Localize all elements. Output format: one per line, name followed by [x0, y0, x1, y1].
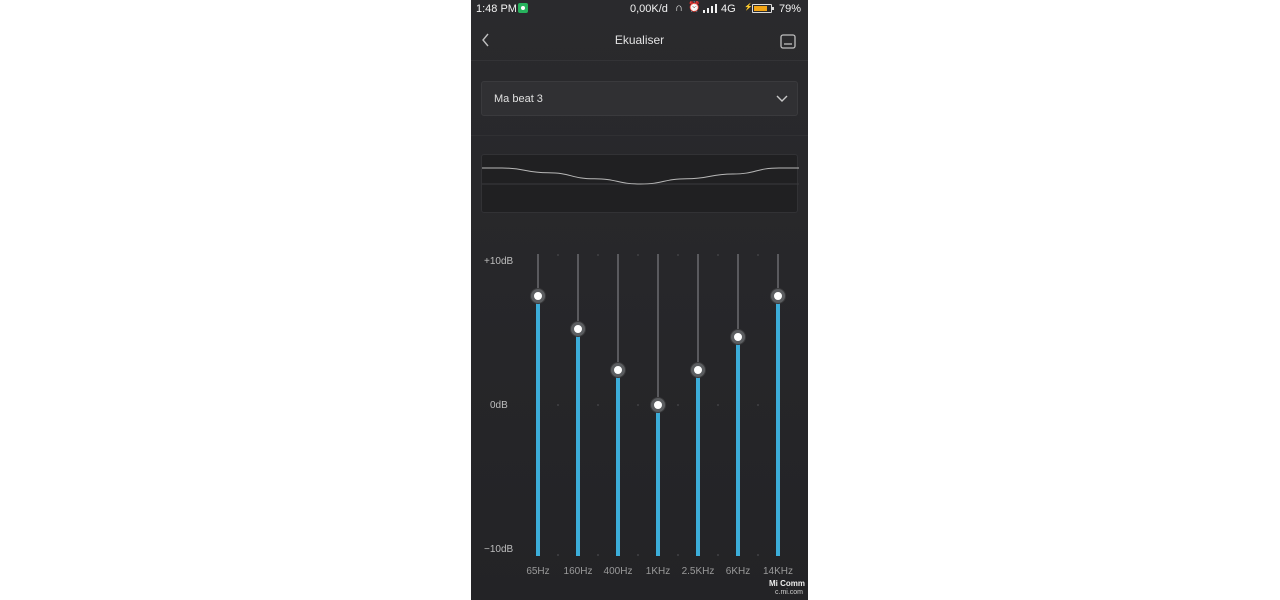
grid-dot: [597, 404, 599, 406]
freq-label: 160Hz: [563, 566, 593, 577]
header-bar: Ekualiser: [471, 22, 808, 61]
save-preset-button[interactable]: [779, 32, 797, 50]
battery-percent: 79%: [779, 3, 802, 15]
eq-curve-preview: [481, 154, 799, 213]
eq-slider-400hz[interactable]: [611, 254, 625, 556]
signal-icon: [703, 4, 718, 13]
slider-fill: [576, 328, 580, 556]
scale-bottom-label: −10dB: [484, 544, 514, 555]
grid-dot: [557, 554, 559, 556]
freq-label: 14KHz: [762, 566, 793, 577]
freq-label: 1KHz: [645, 566, 671, 577]
slider-fill: [776, 296, 780, 556]
scale-top-label: +10dB: [484, 256, 514, 267]
grid-dot: [717, 554, 719, 556]
scale-mid-label: 0dB: [490, 400, 508, 411]
data-speed: 0,00K/d: [630, 3, 668, 15]
grid-dot: [757, 554, 759, 556]
save-icon: [780, 34, 796, 49]
slider-fill: [656, 405, 660, 556]
slider-knob[interactable]: [611, 362, 625, 377]
alarm-icon: ⏰: [688, 2, 701, 13]
slider-knob[interactable]: [771, 289, 785, 304]
divider: [471, 135, 808, 136]
chevron-down-icon: [776, 95, 788, 102]
slider-knob[interactable]: [731, 330, 745, 344]
equalizer-screen: 1:48 PM 0,00K/d ∩ ⏰ 4G ⚡ 79% Ekualiser M…: [471, 0, 808, 600]
eq-slider-1khz[interactable]: [651, 254, 665, 556]
slider-knob[interactable]: [691, 362, 705, 377]
freq-label: 400Hz: [603, 566, 633, 577]
grid-dot: [677, 404, 679, 406]
slider-fill: [536, 296, 540, 556]
slider-knob[interactable]: [651, 398, 665, 412]
grid-dot: [557, 254, 559, 256]
grid-dot: [677, 554, 679, 556]
freq-label: 65Hz: [526, 566, 550, 577]
eq-slider-6khz[interactable]: [731, 254, 745, 556]
freq-label: 2.5KHz: [681, 566, 715, 577]
watermark-url: c.mi.com: [775, 589, 803, 596]
watermark-title: Mi Comm: [769, 579, 805, 588]
grid-dot: [717, 404, 719, 406]
page-title: Ekualiser: [614, 33, 665, 47]
headphone-icon: ∩: [675, 2, 683, 14]
grid-dot: [677, 254, 679, 256]
eq-curve-line: [482, 167, 799, 185]
freq-label: 6KHz: [725, 566, 751, 577]
grid-dot: [637, 404, 639, 406]
slider-fill: [696, 369, 700, 556]
eq-slider-160hz[interactable]: [571, 254, 585, 556]
grid-dot: [597, 554, 599, 556]
eq-slider-2.5khz[interactable]: [691, 254, 705, 556]
battery-icon: [752, 4, 774, 13]
network-type: 4G: [721, 3, 736, 15]
grid-dot: [757, 254, 759, 256]
status-time: 1:48 PM: [476, 3, 517, 15]
preset-dropdown[interactable]: Ma beat 3: [481, 81, 798, 116]
grid-dot: [597, 254, 599, 256]
grid-dot: [637, 254, 639, 256]
grid-dot: [637, 554, 639, 556]
screen-record-icon: [518, 3, 528, 13]
slider-knob[interactable]: [571, 321, 585, 336]
grid-dot: [717, 254, 719, 256]
grid-dot: [557, 404, 559, 406]
eq-slider-65hz[interactable]: [531, 254, 545, 556]
eq-slider-14khz[interactable]: [771, 254, 785, 556]
slider-fill: [736, 337, 740, 556]
preset-selected-label: Ma beat 3: [494, 93, 543, 105]
status-bar: 1:48 PM 0,00K/d ∩ ⏰ 4G ⚡ 79%: [471, 0, 808, 20]
slider-knob[interactable]: [531, 289, 545, 304]
slider-fill: [616, 369, 620, 556]
grid-dot: [757, 404, 759, 406]
